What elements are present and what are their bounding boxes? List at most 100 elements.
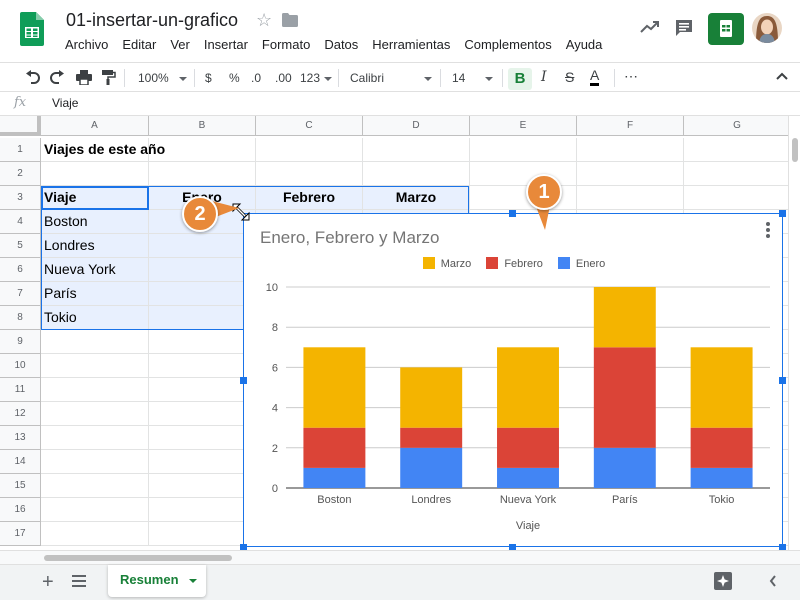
activity-trend-icon[interactable] xyxy=(640,20,660,34)
grid-cell[interactable] xyxy=(470,138,577,162)
font-select[interactable]: Calibri xyxy=(350,69,433,87)
row-header-12[interactable]: 12 xyxy=(0,402,41,426)
print-icon[interactable] xyxy=(76,70,92,85)
grid-cell[interactable] xyxy=(684,162,791,186)
grid-cell[interactable] xyxy=(41,522,149,546)
horizontal-scrollbar[interactable] xyxy=(0,550,800,564)
grid-cell[interactable] xyxy=(470,162,577,186)
chart-resize-handle-left[interactable] xyxy=(240,377,247,384)
grid-cell[interactable] xyxy=(149,330,256,354)
grid-cell[interactable] xyxy=(149,450,256,474)
chart-resize-handle-top-right[interactable] xyxy=(779,210,786,217)
grid-cell[interactable] xyxy=(149,498,256,522)
decrease-decimals-button[interactable]: .0 xyxy=(251,69,261,87)
chart-title[interactable]: Enero, Febrero y Marzo xyxy=(260,228,440,248)
share-button[interactable] xyxy=(708,13,744,45)
row-header-6[interactable]: 6 xyxy=(0,258,41,282)
legend-item-marzo[interactable]: Marzo xyxy=(422,257,471,270)
chevron-left-icon[interactable] xyxy=(768,574,778,588)
menu-herramientas[interactable]: Herramientas xyxy=(365,35,457,54)
grid-cell[interactable] xyxy=(363,138,470,162)
row-header-5[interactable]: 5 xyxy=(0,234,41,258)
grid-cell[interactable] xyxy=(41,330,149,354)
cell-a1-title[interactable]: Viajes de este año xyxy=(41,138,165,162)
chevron-down-icon[interactable] xyxy=(188,578,197,583)
menu-datos[interactable]: Datos xyxy=(317,35,365,54)
add-sheet-icon[interactable]: + xyxy=(42,571,54,594)
more-formats-select[interactable]: 123 xyxy=(300,69,333,87)
grid-cell[interactable] xyxy=(149,522,256,546)
grid-cell[interactable] xyxy=(41,450,149,474)
grid-cell[interactable] xyxy=(41,402,149,426)
row-header-15[interactable]: 15 xyxy=(0,474,41,498)
grid-cell[interactable] xyxy=(363,162,470,186)
grid-cell[interactable] xyxy=(41,474,149,498)
user-avatar[interactable] xyxy=(752,13,782,43)
column-header-g[interactable]: G xyxy=(684,116,791,136)
sheets-logo-icon[interactable] xyxy=(20,12,44,46)
paint-format-icon[interactable] xyxy=(102,70,116,85)
italic-button[interactable]: I xyxy=(541,68,547,86)
currency-button[interactable]: $ xyxy=(205,69,212,87)
zoom-select[interactable]: 100% xyxy=(138,69,187,87)
grid-cell[interactable] xyxy=(256,162,363,186)
folder-icon[interactable] xyxy=(282,13,298,27)
column-header-b[interactable]: B xyxy=(149,116,256,136)
row-header-14[interactable]: 14 xyxy=(0,450,41,474)
text-color-button[interactable]: A xyxy=(590,67,600,86)
row-header-9[interactable]: 9 xyxy=(0,330,41,354)
more-tools-button[interactable]: ⋯ xyxy=(624,67,638,85)
document-title[interactable]: 01-insertar-un-grafico xyxy=(66,10,238,31)
grid-cell[interactable] xyxy=(684,186,791,210)
column-header-a[interactable]: A xyxy=(41,116,149,136)
grid-cell[interactable] xyxy=(684,138,791,162)
grid-cell[interactable] xyxy=(577,138,684,162)
undo-icon[interactable] xyxy=(24,70,40,84)
percent-button[interactable]: % xyxy=(229,69,240,87)
column-header-d[interactable]: D xyxy=(363,116,470,136)
explore-icon[interactable] xyxy=(712,570,734,592)
chart-menu-icon[interactable] xyxy=(765,222,771,240)
grid-cell[interactable] xyxy=(41,378,149,402)
menu-ver[interactable]: Ver xyxy=(163,35,197,54)
grid-cell[interactable] xyxy=(149,138,256,162)
grid-cell[interactable] xyxy=(149,474,256,498)
legend-item-febrero[interactable]: Febrero xyxy=(486,257,543,270)
column-header-e[interactable]: E xyxy=(470,116,577,136)
row-header-13[interactable]: 13 xyxy=(0,426,41,450)
row-header-3[interactable]: 3 xyxy=(0,186,41,210)
collapse-menu-icon[interactable] xyxy=(776,72,788,80)
row-header-17[interactable]: 17 xyxy=(0,522,41,546)
horizontal-scroll-thumb[interactable] xyxy=(44,555,232,561)
row-header-10[interactable]: 10 xyxy=(0,354,41,378)
sheet-tab-resumen[interactable]: Resumen xyxy=(108,565,206,597)
grid-cell[interactable] xyxy=(149,162,256,186)
select-all-corner[interactable] xyxy=(0,116,41,136)
grid-cell[interactable] xyxy=(256,138,363,162)
row-header-1[interactable]: 1 xyxy=(0,138,41,162)
row-header-2[interactable]: 2 xyxy=(0,162,41,186)
chart-resize-handle-top[interactable] xyxy=(509,210,516,217)
all-sheets-icon[interactable] xyxy=(72,575,86,587)
grid-cell[interactable] xyxy=(41,426,149,450)
legend-item-enero[interactable]: Enero xyxy=(557,257,605,270)
grid-cell[interactable] xyxy=(577,162,684,186)
strikethrough-button[interactable]: S xyxy=(565,68,574,86)
vertical-scroll-thumb[interactable] xyxy=(792,138,798,162)
increase-decimals-button[interactable]: .00 xyxy=(275,69,292,87)
row-header-11[interactable]: 11 xyxy=(0,378,41,402)
grid-cell[interactable] xyxy=(149,354,256,378)
grid-cell[interactable] xyxy=(41,162,149,186)
menu-editar[interactable]: Editar xyxy=(115,35,163,54)
grid-cell[interactable] xyxy=(41,354,149,378)
menu-complementos[interactable]: Complementos xyxy=(457,35,558,54)
redo-icon[interactable] xyxy=(50,70,66,84)
column-header-f[interactable]: F xyxy=(577,116,684,136)
row-header-8[interactable]: 8 xyxy=(0,306,41,330)
formula-input[interactable]: Viaje xyxy=(52,96,78,110)
menu-insertar[interactable]: Insertar xyxy=(197,35,255,54)
grid-cell[interactable] xyxy=(577,186,684,210)
grid-cell[interactable] xyxy=(41,498,149,522)
comment-icon[interactable] xyxy=(674,18,694,38)
row-header-7[interactable]: 7 xyxy=(0,282,41,306)
